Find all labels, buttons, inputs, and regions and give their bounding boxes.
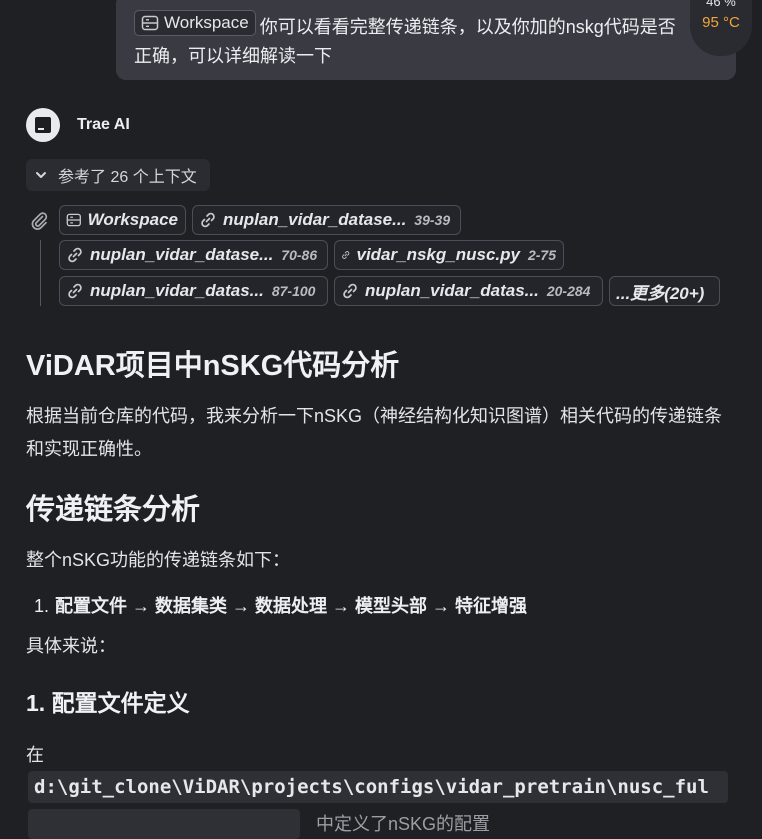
link-icon: [68, 247, 82, 263]
folder-icon: [66, 213, 81, 227]
reference-chip-workspace[interactable]: Workspace: [59, 205, 186, 235]
reference-chip-lines: 20-284: [546, 283, 591, 299]
reference-chip-name: nuplan_vidar_datase...: [223, 210, 407, 229]
assistant-header: Trae AI: [26, 108, 130, 142]
trae-logo-icon: [26, 108, 60, 142]
more-references-label: ...更多(20+): [616, 283, 705, 303]
temperature-widget[interactable]: 46 % 95 °C: [690, 0, 752, 56]
folder-icon: [141, 15, 159, 31]
reference-chip-lines: 2-75: [527, 247, 556, 263]
reference-chip-file[interactable]: nuplan_vidar_datas... 87-100: [59, 276, 328, 306]
chain-intro-text: 整个nSKG功能的传递链条如下：: [26, 550, 291, 570]
reference-chip-file[interactable]: nuplan_vidar_datas... 20-284: [334, 276, 603, 306]
config-heading: 1. 配置文件定义: [26, 690, 190, 716]
reference-chip-name: Workspace: [87, 210, 178, 229]
link-icon: [68, 283, 82, 299]
reference-chip-lines: 39-39: [414, 212, 451, 228]
more-references-button[interactable]: ...更多(20+): [609, 276, 720, 306]
references-toggle-label: 参考了 26 个上下文: [58, 169, 197, 186]
detail-intro-text: 具体来说：: [26, 636, 116, 656]
list-item-text: 配置文件 → 数据集类 → 数据处理 → 模型头部 → 特征增强: [55, 596, 528, 616]
assistant-name: Trae AI: [77, 116, 130, 133]
temperature-top-reading: 46 %: [706, 0, 736, 9]
reference-chip-file[interactable]: nuplan_vidar_datase... 70-86: [59, 240, 328, 270]
link-icon: [342, 251, 350, 259]
references-rail: [40, 240, 41, 306]
paperclip-icon: [31, 212, 48, 230]
section-title: ViDAR项目中nSKG代码分析: [26, 350, 400, 382]
chain-analysis-heading: 传递链条分析: [26, 494, 201, 526]
reference-chip-name: vidar_nskg_nusc.py: [356, 245, 520, 264]
link-icon: [343, 283, 357, 299]
reference-chip-name: nuplan_vidar_datas...: [365, 281, 539, 300]
list-item-number: 1.: [34, 596, 50, 616]
chain-list-item: 1. 配置文件 → 数据集类 → 数据处理 → 模型头部 → 特征增强: [34, 592, 527, 618]
reference-chip-lines: 70-86: [281, 247, 318, 263]
config-intro-text: 在: [26, 745, 44, 765]
link-icon: [201, 212, 215, 228]
references-toggle[interactable]: 参考了 26 个上下文: [26, 159, 210, 191]
reference-chip-file[interactable]: vidar_nskg_nusc.py 2-75: [334, 240, 564, 270]
temperature-value: 95 °C: [702, 14, 740, 31]
config-tail-text: 中定义了nSKG的配置: [316, 814, 491, 834]
reference-chip-file[interactable]: nuplan_vidar_datase... 39-39: [192, 205, 461, 235]
workspace-tag-label: Workspace: [164, 13, 249, 32]
code-path[interactable]: d:\git_clone\ViDAR\projects\configs\vida…: [28, 771, 728, 803]
workspace-tag[interactable]: Workspace: [134, 10, 256, 36]
reference-chip-name: nuplan_vidar_datas...: [90, 281, 264, 300]
code-path-continuation[interactable]: [28, 809, 300, 839]
user-message-bubble: Workspace 你可以看看完整传递链条，以及你加的nskg代码是否正确，可以…: [116, 0, 736, 80]
reference-chip-name: nuplan_vidar_datase...: [90, 245, 274, 264]
chevron-down-icon: [36, 172, 46, 178]
reference-chip-lines: 87-100: [271, 283, 316, 299]
intro-paragraph: 根据当前仓库的代码，我来分析一下nSKG（神经结构化知识图谱）相关代码的传递链条…: [26, 406, 723, 459]
